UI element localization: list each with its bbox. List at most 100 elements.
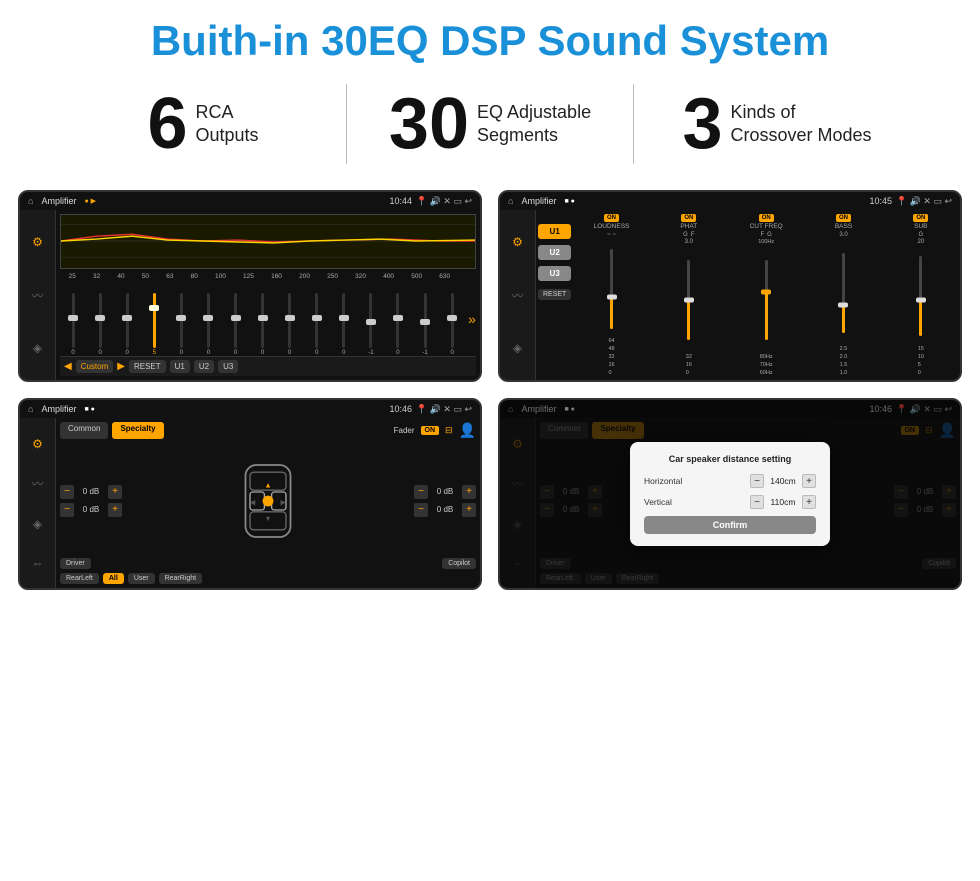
eq-u3-btn[interactable]: U3 <box>218 360 238 373</box>
slider-160[interactable]: 0 <box>277 293 303 356</box>
home-icon[interactable]: ⌂ <box>28 196 33 206</box>
slider-320[interactable]: -1 <box>358 293 384 356</box>
fader-sidebar-arrows-icon[interactable]: ⇔ <box>32 556 44 570</box>
strip-phat-on[interactable]: ON <box>681 214 696 222</box>
fader-rearleft-btn[interactable]: RearLeft <box>60 573 99 584</box>
dialog-horizontal-row: Horizontal − 140cm + <box>644 474 816 488</box>
crossover-sidebar-speaker-icon[interactable]: ◈ <box>513 341 522 355</box>
svg-text:▼: ▼ <box>264 513 271 522</box>
fader-tab-common[interactable]: Common <box>60 422 108 439</box>
fader-slider-icon: ⊟ <box>445 425 453 436</box>
fader-copilot-btn[interactable]: Copilot <box>442 558 476 569</box>
crossover-screen: ⌂ Amplifier ■ ● 10:45 📍 🔊 ✕ ▭ ↩ ⚙ 〰 ◈ U1… <box>498 190 962 382</box>
eq-sidebar-eq-icon[interactable]: ⚙ <box>32 235 43 249</box>
strip-phat-slider[interactable] <box>681 246 697 354</box>
slider-400[interactable]: 0 <box>385 293 411 356</box>
fader-sidebar: ⚙ 〰 ◈ ⇔ <box>20 418 56 588</box>
slider-630[interactable]: 0 <box>439 293 465 356</box>
eq-bottom-bar: ◀ Custom ▶ RESET U1 U2 U3 <box>60 356 476 376</box>
fader-rearright-btn[interactable]: RearRight <box>159 573 203 584</box>
slider-40[interactable]: 0 <box>114 293 140 356</box>
slider-80[interactable]: 0 <box>195 293 221 356</box>
strip-bass-on[interactable]: ON <box>836 214 851 222</box>
car-left-db-controls: − 0 dB + − 0 dB + <box>60 447 122 554</box>
crossover-content: ⚙ 〰 ◈ U1 U2 U3 RESET ONLOUDNESS ~~ <box>500 210 960 380</box>
slider-125[interactable]: 0 <box>250 293 276 356</box>
slider-100[interactable]: 0 <box>222 293 248 356</box>
slider-250[interactable]: 0 <box>331 293 357 356</box>
db1-plus-btn[interactable]: + <box>108 485 122 499</box>
strip-loudness-on[interactable]: ON <box>604 214 619 222</box>
slider-500[interactable]: -1 <box>412 293 438 356</box>
slider-50[interactable]: 5 <box>141 293 167 356</box>
eq-custom-btn[interactable]: Custom <box>76 360 114 373</box>
vertical-minus-btn[interactable]: − <box>750 495 764 509</box>
dialog-confirm-btn[interactable]: Confirm <box>644 516 816 534</box>
fader-driver-btn[interactable]: Driver <box>60 558 91 569</box>
svg-text:◀: ◀ <box>250 497 256 506</box>
horizontal-plus-btn[interactable]: + <box>802 474 816 488</box>
crossover-home-icon[interactable]: ⌂ <box>508 196 513 206</box>
slider-25[interactable]: 0 <box>60 293 86 356</box>
db3-minus-btn[interactable]: − <box>414 485 428 499</box>
eq-screen: ⌂ Amplifier ● ▶ 10:44 📍 🔊 ✕ ▭ ↩ ⚙ 〰 ◈ <box>18 190 482 382</box>
fader-sidebar-wave-icon[interactable]: 〰 <box>31 475 43 492</box>
eq-sidebar-speaker-icon[interactable]: ◈ <box>33 341 42 355</box>
eq-status-icons: 📍 🔊 ✕ ▭ ↩ <box>416 196 472 207</box>
slider-32[interactable]: 0 <box>87 293 113 356</box>
strip-sub-on[interactable]: ON <box>913 214 928 222</box>
fader-person-icon[interactable]: 👤 <box>459 422 476 439</box>
db3-plus-btn[interactable]: + <box>462 485 476 499</box>
eq-reset-btn[interactable]: RESET <box>129 360 166 373</box>
crossover-main-content: U1 U2 U3 RESET ONLOUDNESS ~~ <box>536 210 960 380</box>
eq-main: 2532 4050 6380 100125 160200 250320 4005… <box>56 210 480 380</box>
crossover-sidebar-wave-icon[interactable]: 〰 <box>511 287 523 304</box>
strip-bass-slider[interactable] <box>835 239 851 346</box>
eq-u1-btn[interactable]: U1 <box>170 360 190 373</box>
eq-graph <box>60 214 476 269</box>
strip-sub-slider[interactable] <box>913 246 929 346</box>
eq-scroll-right[interactable]: » <box>468 311 476 327</box>
crossover-u1-btn[interactable]: U1 <box>538 224 571 239</box>
fader-all-btn[interactable]: All <box>103 573 124 584</box>
fader-tab-specialty[interactable]: Specialty <box>112 422 163 439</box>
fader-home-icon[interactable]: ⌂ <box>28 404 33 414</box>
eq-prev-icon[interactable]: ◀ <box>64 361 72 372</box>
stat-crossover-number: 3 <box>682 88 722 160</box>
db1-minus-btn[interactable]: − <box>60 485 74 499</box>
eq-play-icon[interactable]: ▶ <box>117 361 125 372</box>
strip-loudness-slider[interactable] <box>604 239 620 338</box>
eq-sliders: 0 0 0 5 0 0 0 0 0 0 0 -1 0 -1 0 <box>60 282 476 356</box>
fader-user-btn[interactable]: User <box>128 573 155 584</box>
db2-value: 0 dB <box>77 505 105 514</box>
eq-screen-title: Amplifier <box>41 196 76 206</box>
car-diagram: − 0 dB + − 0 dB + <box>60 447 476 554</box>
db4-minus-btn[interactable]: − <box>414 503 428 517</box>
dialog-vertical-controls: − 110cm + <box>750 495 816 509</box>
slider-63[interactable]: 0 <box>168 293 194 356</box>
crossover-sidebar-eq-icon[interactable]: ⚙ <box>512 235 523 249</box>
fader-sidebar-speaker-icon[interactable]: ◈ <box>33 517 42 531</box>
dialog-vertical-label: Vertical <box>644 497 672 507</box>
fader-on-btn[interactable]: ON <box>421 426 440 435</box>
strip-cutfreq-slider[interactable] <box>758 246 774 354</box>
crossover-reset-btn[interactable]: RESET <box>538 289 571 300</box>
crossover-u3-btn[interactable]: U3 <box>538 266 571 281</box>
eq-u2-btn[interactable]: U2 <box>194 360 214 373</box>
fader-content: ⚙ 〰 ◈ ⇔ Common Specialty Fader ON ⊟ 👤 <box>20 418 480 588</box>
vertical-plus-btn[interactable]: + <box>802 495 816 509</box>
db2-plus-btn[interactable]: + <box>108 503 122 517</box>
slider-200[interactable]: 0 <box>304 293 330 356</box>
fader-status-icons: 📍 🔊 ✕ ▭ ↩ <box>416 404 472 415</box>
crossover-u2-btn[interactable]: U2 <box>538 245 571 260</box>
svg-text:▲: ▲ <box>264 480 271 489</box>
db4-plus-btn[interactable]: + <box>462 503 476 517</box>
fader-main-content: Common Specialty Fader ON ⊟ 👤 − 0 dB <box>56 418 480 588</box>
strip-cutfreq-on[interactable]: ON <box>759 214 774 222</box>
eq-status-bar: ⌂ Amplifier ● ▶ 10:44 📍 🔊 ✕ ▭ ↩ <box>20 192 480 210</box>
db2-minus-btn[interactable]: − <box>60 503 74 517</box>
fader-sidebar-eq-icon[interactable]: ⚙ <box>32 437 43 451</box>
stat-rca-text: RCA Outputs <box>196 101 259 148</box>
horizontal-minus-btn[interactable]: − <box>750 474 764 488</box>
eq-sidebar-wave-icon[interactable]: 〰 <box>31 287 43 304</box>
